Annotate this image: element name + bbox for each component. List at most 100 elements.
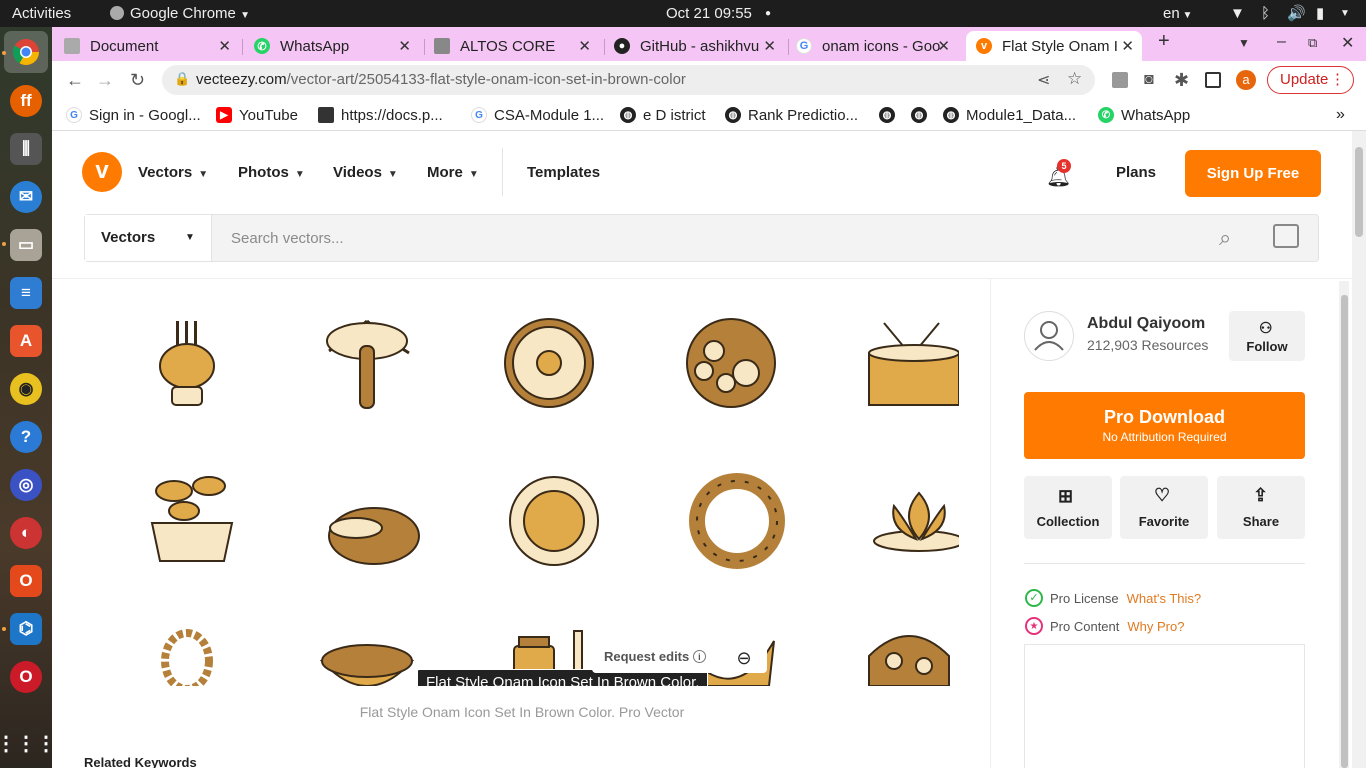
nav-more[interactable]: More ▼ xyxy=(427,164,479,181)
bookmark-google-signin[interactable]: G Sign in - Googl... xyxy=(66,105,201,125)
zoom-out-icon[interactable]: ⊖ xyxy=(730,644,758,672)
nav-photos[interactable]: Photos ▼ xyxy=(238,164,305,181)
minimize-icon[interactable]: – xyxy=(1277,33,1286,51)
window-close-icon[interactable]: ✕ xyxy=(1341,33,1354,53)
writer-dock-icon[interactable]: ≡ xyxy=(10,277,42,309)
search-input[interactable] xyxy=(231,215,1131,261)
collection-button[interactable]: ⊞ Collection xyxy=(1024,476,1112,539)
system-menu-caret-icon[interactable]: ▼ xyxy=(1340,0,1350,27)
bookmark-docs[interactable]: https://docs.p... xyxy=(318,105,443,125)
bookmark-star-icon[interactable]: ☆ xyxy=(1067,69,1082,89)
app-dock-icon[interactable]: ◎ xyxy=(10,469,42,501)
tab-document[interactable]: Document ✕ xyxy=(64,31,239,61)
close-icon[interactable]: ✕ xyxy=(1121,37,1134,55)
favorite-button[interactable]: ♡ Favorite xyxy=(1120,476,1208,539)
tab-whatsapp[interactable]: ✆ WhatsApp ✕ xyxy=(254,31,419,61)
sidebar-scrollbar[interactable] xyxy=(1339,281,1349,768)
activities-button[interactable]: Activities xyxy=(12,0,71,27)
close-icon[interactable]: ✕ xyxy=(937,37,950,55)
whats-this-link[interactable]: What's This? xyxy=(1127,591,1202,606)
author-avatar[interactable] xyxy=(1024,311,1074,361)
forward-icon[interactable]: → xyxy=(96,69,114,91)
why-pro-link[interactable]: Why Pro? xyxy=(1127,619,1184,634)
app2-dock-icon[interactable]: ◐ xyxy=(10,517,42,549)
page-scroll-thumb[interactable] xyxy=(1355,147,1363,237)
bookmark-whatsapp[interactable]: ✆ WhatsApp xyxy=(1098,105,1190,125)
update-button[interactable]: Update ⋮ xyxy=(1267,66,1354,94)
share-button[interactable]: ⇪ Share xyxy=(1217,476,1305,539)
clock[interactable]: Oct 21 09:55 xyxy=(666,0,752,27)
bookmark-csa[interactable]: G CSA-Module 1... xyxy=(471,105,604,125)
show-apps-icon[interactable]: ⋮⋮⋮ xyxy=(0,727,56,759)
battery-icon[interactable]: ▮ xyxy=(1316,0,1324,27)
help-dock-icon[interactable]: ? xyxy=(10,421,42,453)
language-label: en xyxy=(1163,5,1180,22)
nav-templates[interactable]: Templates xyxy=(527,164,600,181)
thunderbird-dock-icon[interactable]: ✉ xyxy=(10,181,42,213)
bookmark-rank[interactable]: ◍ Rank Predictio... xyxy=(725,105,858,125)
address-bar[interactable]: 🔒 vecteezy.com/vector-art/25054133-flat-… xyxy=(162,65,1095,95)
vscode-dock-icon[interactable]: ⌬ xyxy=(10,613,42,645)
app-menu[interactable]: Google Chrome ▼ xyxy=(110,0,250,27)
page-scrollbar[interactable] xyxy=(1352,131,1366,768)
maximize-icon[interactable]: ⧉ xyxy=(1308,35,1317,51)
bluetooth-icon[interactable]: ᛒ xyxy=(1261,0,1270,27)
side-panel-icon[interactable] xyxy=(1205,72,1221,88)
bookmarks-overflow-icon[interactable]: » xyxy=(1336,105,1345,125)
puzzle-extensions-icon[interactable]: ✱ xyxy=(1174,69,1189,91)
extension-icon[interactable] xyxy=(1112,72,1128,88)
rhythmbox-dock-icon[interactable]: ◉ xyxy=(10,373,42,405)
nav-plans[interactable]: Plans xyxy=(1116,164,1156,181)
mixer-dock-icon[interactable]: ⫼ xyxy=(10,133,42,165)
files-dock-icon[interactable]: ▭ xyxy=(10,229,42,261)
firefox-dock-icon[interactable]: ff xyxy=(10,85,42,117)
bookmark-globe-2[interactable]: ◍ xyxy=(911,105,934,125)
google-icon: G xyxy=(66,107,82,123)
toolbar: ← → ↻ 🔒 vecteezy.com/vector-art/25054133… xyxy=(52,61,1366,99)
search-icon[interactable]: ⌕ xyxy=(1219,225,1231,251)
back-icon[interactable]: ← xyxy=(66,69,84,91)
tab-github[interactable]: ● GitHub - ashikhvu ✕ xyxy=(614,31,784,61)
image-search-icon[interactable] xyxy=(1273,224,1299,248)
profile-avatar[interactable]: a xyxy=(1236,70,1256,90)
bookmark-globe-1[interactable]: ◍ xyxy=(879,105,902,125)
tab-google[interactable]: Gonam icons - Goo ✕ xyxy=(796,31,958,61)
bookmark-edistrict[interactable]: ◍ e D istrict xyxy=(620,105,706,125)
bookmark-module1[interactable]: ◍ Module1_Data... xyxy=(943,105,1076,125)
globe-icon: ◍ xyxy=(879,107,895,123)
sidebar-scroll-thumb[interactable] xyxy=(1341,295,1348,768)
follow-button[interactable]: ⚇ Follow xyxy=(1229,311,1305,361)
wifi-icon[interactable]: ▼ xyxy=(1230,0,1245,27)
bookmark-youtube[interactable]: ▶ YouTube xyxy=(216,105,298,125)
nav-videos[interactable]: Videos ▼ xyxy=(333,164,398,181)
tab-search-icon[interactable]: ▼ xyxy=(1238,36,1250,50)
close-icon[interactable]: ✕ xyxy=(763,37,776,55)
reload-icon[interactable]: ↻ xyxy=(130,69,145,91)
sign-up-button[interactable]: Sign Up Free xyxy=(1185,150,1321,197)
camera-extension-icon[interactable]: ◙ xyxy=(1144,69,1154,91)
office-dock-icon[interactable]: O xyxy=(10,565,42,597)
tab-vecteezy[interactable]: v Flat Style Onam I ✕ xyxy=(966,31,1142,61)
pro-download-button[interactable]: Pro Download No Attribution Required xyxy=(1024,392,1305,459)
docs-icon xyxy=(318,107,334,123)
nav-vectors[interactable]: Vectors ▼ xyxy=(138,164,208,181)
language-indicator[interactable]: en ▼ xyxy=(1163,0,1192,27)
browser-chrome: Document ✕ ✆ WhatsApp ✕ ALTOS CORE ✕ ● GitHub… xyxy=(52,27,1366,131)
new-tab-button[interactable]: + xyxy=(1158,30,1170,53)
search-category-select[interactable]: Vectors ▼ xyxy=(85,215,212,261)
tab-altos[interactable]: ALTOS CORE ✕ xyxy=(434,31,599,61)
opera-dock-icon[interactable]: O xyxy=(10,661,42,693)
bookmarks-bar: G Sign in - Googl... ▶ YouTube https://doc… xyxy=(52,99,1366,131)
preview-image[interactable]: Flat Style Onam Icon Set In Brown Color. xyxy=(84,311,959,686)
chrome-dock-icon[interactable] xyxy=(4,31,48,73)
author-name[interactable]: Abdul Qaiyoom xyxy=(1087,315,1205,333)
close-icon[interactable]: ✕ xyxy=(398,37,411,55)
software-center-dock-icon[interactable]: A xyxy=(10,325,42,357)
volume-icon[interactable]: 🔊 xyxy=(1287,0,1306,27)
vecteezy-logo[interactable]: v xyxy=(82,152,122,192)
request-edits-label: Request edits xyxy=(604,649,690,664)
whatsapp-icon: ✆ xyxy=(254,38,270,54)
share-page-icon[interactable]: ⋖ xyxy=(1037,70,1050,90)
close-icon[interactable]: ✕ xyxy=(578,37,591,55)
close-icon[interactable]: ✕ xyxy=(218,37,231,55)
